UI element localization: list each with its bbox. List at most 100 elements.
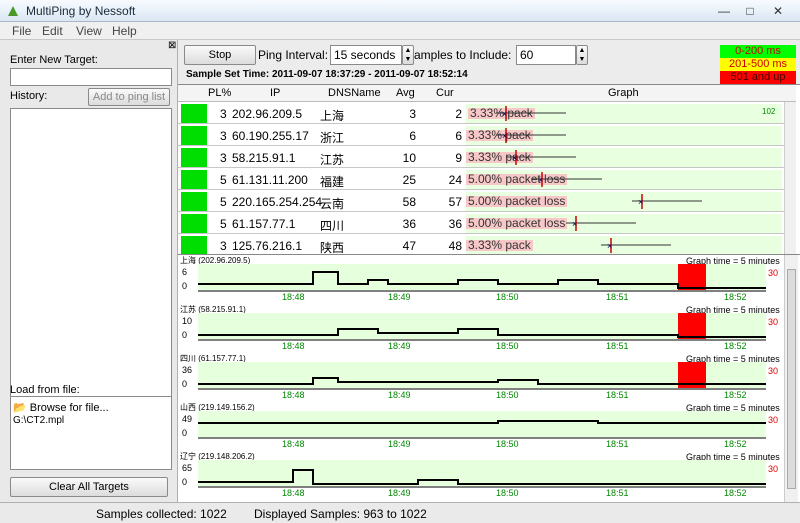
table-row[interactable]: 5 220.165.254.254 云南 58 57 5.00% packet loss × (178, 191, 796, 212)
graph-y0: 0 (182, 281, 188, 291)
status-swatch (181, 148, 207, 167)
menu-bar: File Edit View Help (0, 22, 800, 40)
cell-dns: 四川 (320, 219, 345, 233)
time-tick-label: 18:51 (606, 292, 629, 302)
maximize-icon[interactable]: □ (738, 2, 762, 20)
clear-all-targets-button[interactable]: Clear All Targets (10, 477, 168, 497)
latency-range-mark: × (601, 238, 671, 253)
sample-set-time: Sample Set Time: 2011-09-07 18:37:29 - 2… (186, 69, 468, 80)
col-pl[interactable]: PL% (208, 87, 231, 99)
graph-ymax: 30 (767, 415, 778, 425)
cell-ip: 61.131.11.200 (232, 173, 308, 187)
graphs-scroll-thumb[interactable] (787, 269, 796, 489)
svg-text:×: × (512, 153, 517, 163)
targets-table: PL% IP DNSName Avg Cur Graph 3 202.96.209… (178, 84, 800, 256)
controls-bar: Stop Ping Interval: 15 seconds ▲ ▼ amples… (178, 40, 800, 84)
cell-avg: 6 (409, 129, 416, 143)
graphs-area: 上海 (202.96.209.5) Graph time = 5 minutes 3… (178, 254, 800, 503)
table-row[interactable]: 3 202.96.209.5 上海 3 2 3.33% pack × (178, 103, 796, 124)
cell-cur: 2 (455, 107, 462, 121)
graph-scale-max: 102 (762, 107, 776, 116)
time-tick-label: 18:48 (282, 390, 305, 400)
status-swatch (181, 104, 207, 123)
time-tick-label: 18:51 (606, 341, 629, 351)
table-row[interactable]: 3 125.76.216.1 陕西 47 48 3.33% pack × (178, 235, 796, 256)
legend-0-200: 0-200 ms (720, 45, 796, 58)
latency-line-chart (198, 264, 766, 292)
col-graph[interactable]: Graph (608, 87, 639, 99)
table-scrollbar[interactable] (784, 102, 796, 255)
ping-graph-panel: 江苏 (58.215.91.1) Graph time = 5 minutes 30… (178, 304, 784, 352)
graph-ymax: 30 (767, 268, 778, 278)
cell-avg: 3 (409, 107, 416, 121)
table-row[interactable]: 3 60.190.255.17 浙江 6 6 3.33% pack × (178, 125, 796, 146)
history-list[interactable] (10, 108, 172, 420)
browse-item[interactable]: 📂 Browse for file... (13, 401, 109, 414)
add-to-ping-list-button[interactable]: Add to ping list (88, 88, 170, 106)
menu-edit[interactable]: Edit (42, 24, 63, 38)
table-row[interactable]: 5 61.157.77.1 四川 36 36 5.00% packet loss × (178, 213, 796, 234)
time-tick-label: 18:50 (496, 292, 519, 302)
graph-cell: 3.33% pack × (466, 148, 782, 167)
stop-button[interactable]: Stop (184, 45, 256, 65)
load-from-file-label: Load from file: (10, 384, 80, 396)
cell-dns: 江苏 (320, 153, 345, 167)
table-header: PL% IP DNSName Avg Cur Graph (178, 85, 796, 102)
table-row[interactable]: 3 58.215.91.1 江苏 10 9 3.33% pack × (178, 147, 796, 168)
svg-text:×: × (502, 131, 507, 141)
col-avg[interactable]: Avg (396, 87, 415, 99)
latency-range-mark: × (496, 128, 566, 143)
col-dns[interactable]: DNSName (328, 87, 381, 99)
cell-dns: 云南 (320, 197, 345, 211)
time-tick-label: 18:48 (282, 488, 305, 498)
samples-field[interactable]: 60 (516, 45, 576, 65)
menu-file[interactable]: File (12, 24, 31, 38)
graph-y1: 65 (182, 463, 193, 473)
svg-text:×: × (502, 109, 507, 119)
time-tick-label: 18:49 (388, 390, 411, 400)
ping-graph-panel: 辽宁 (219.148.206.2) Graph time = 5 minutes… (178, 451, 784, 499)
cell-cur: 6 (455, 129, 462, 143)
col-cur[interactable]: Cur (436, 87, 454, 99)
cell-avg: 47 (402, 239, 416, 253)
graph-cell: 5.00% packet loss × (466, 214, 782, 233)
app-icon (8, 6, 18, 16)
time-tick-label: 18:50 (496, 341, 519, 351)
status-swatch (181, 126, 207, 145)
interval-spinner[interactable]: ▲ ▼ (402, 45, 414, 65)
col-ip[interactable]: IP (270, 87, 280, 99)
ping-interval-field[interactable]: 15 seconds (330, 45, 402, 65)
menu-help[interactable]: Help (112, 24, 137, 38)
svg-text:×: × (572, 219, 577, 229)
panel-close-icon[interactable]: ⊠ (168, 40, 176, 51)
new-target-label: Enter New Target: (10, 54, 98, 66)
close-icon[interactable]: ✕ (766, 2, 790, 20)
cell-pl: 3 (220, 239, 227, 253)
status-swatch (181, 170, 207, 189)
time-tick-label: 18:51 (606, 439, 629, 449)
menu-view[interactable]: View (76, 24, 102, 38)
time-tick-label: 18:50 (496, 439, 519, 449)
time-tick-label: 18:51 (606, 488, 629, 498)
graph-y1: 49 (182, 414, 193, 424)
status-bar: Samples collected: 1022 Displayed Sample… (0, 502, 800, 523)
samples-spinner[interactable]: ▲ ▼ (576, 45, 588, 65)
graphs-scrollbar[interactable] (784, 255, 798, 503)
svg-text:×: × (538, 175, 543, 185)
time-tick-label: 18:49 (388, 439, 411, 449)
folder-icon: 📂 (13, 402, 27, 414)
title-bar: MultiPing by Nessoft — □ ✕ (0, 0, 800, 22)
latency-range-mark: × (632, 194, 702, 209)
minimize-icon[interactable]: — (712, 2, 736, 20)
file-item[interactable]: G:\CT2.mpl (13, 415, 64, 426)
time-tick-label: 18:52 (724, 390, 747, 400)
table-row[interactable]: 5 61.131.11.200 福建 25 24 5.00% packet loss × (178, 169, 796, 190)
cell-cur: 57 (448, 195, 462, 209)
samples-label: amples to Include: (414, 48, 512, 62)
time-tick-label: 18:48 (282, 292, 305, 302)
time-tick-label: 18:49 (388, 488, 411, 498)
graph-ymax: 30 (767, 317, 778, 327)
new-target-input[interactable] (10, 68, 172, 86)
cell-dns: 浙江 (320, 131, 345, 145)
latency-range-mark: × (532, 172, 602, 187)
